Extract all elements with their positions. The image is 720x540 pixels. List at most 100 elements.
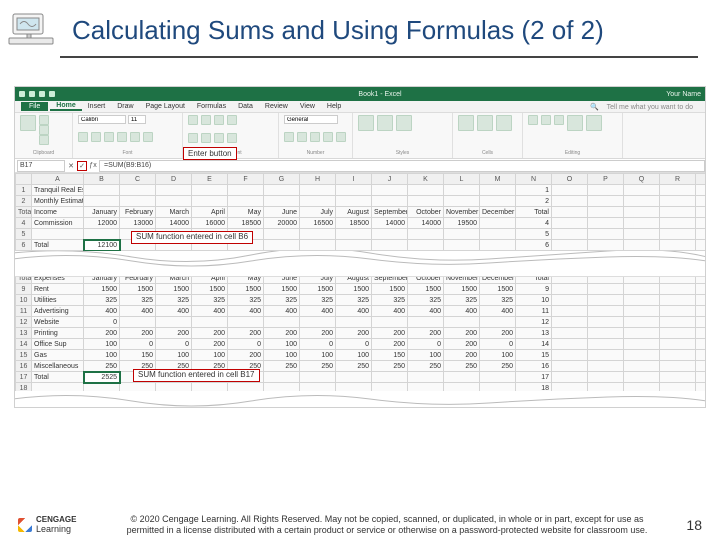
cell[interactable]: 400 <box>156 306 192 317</box>
cell[interactable]: 150 <box>120 350 156 361</box>
column-header[interactable]: J <box>372 174 408 185</box>
cell[interactable] <box>372 229 408 240</box>
cell[interactable] <box>624 229 660 240</box>
cell[interactable]: 100 <box>156 350 192 361</box>
cell[interactable]: 15 <box>516 350 552 361</box>
cell[interactable] <box>336 196 372 207</box>
cell[interactable] <box>660 317 696 328</box>
cell[interactable]: 400 <box>84 306 120 317</box>
cell[interactable]: 250 <box>444 361 480 372</box>
cell[interactable]: February <box>120 207 156 218</box>
column-header[interactable]: B <box>84 174 120 185</box>
cell[interactable] <box>84 229 120 240</box>
cell[interactable] <box>552 317 588 328</box>
cell[interactable]: 325 <box>408 295 444 306</box>
cell[interactable]: 325 <box>84 295 120 306</box>
tab-help[interactable]: Help <box>321 103 347 110</box>
cell[interactable]: 14000 <box>408 218 444 229</box>
cell[interactable] <box>408 240 444 251</box>
cell[interactable] <box>336 185 372 196</box>
column-header[interactable]: F <box>228 174 264 185</box>
cell[interactable] <box>192 196 228 207</box>
table-row[interactable]: 55 <box>16 229 707 240</box>
align-top-icon[interactable] <box>188 115 198 125</box>
cell[interactable]: 250 <box>300 361 336 372</box>
cell-styles-icon[interactable] <box>396 115 412 131</box>
cell[interactable]: 200 <box>300 328 336 339</box>
cell[interactable]: 0 <box>156 339 192 350</box>
cell[interactable] <box>264 240 300 251</box>
cell[interactable] <box>588 207 624 218</box>
cell[interactable]: 200 <box>192 339 228 350</box>
cell[interactable]: Advertising <box>32 306 84 317</box>
cell[interactable] <box>192 185 228 196</box>
row-header[interactable]: 6 <box>16 240 32 251</box>
cell[interactable]: 400 <box>408 306 444 317</box>
cell[interactable] <box>120 317 156 328</box>
format-as-table-icon[interactable] <box>377 115 393 131</box>
clear-icon[interactable] <box>554 115 564 125</box>
tab-draw[interactable]: Draw <box>111 103 139 110</box>
cell[interactable]: 150 <box>372 350 408 361</box>
cell[interactable] <box>624 295 660 306</box>
cell[interactable] <box>624 240 660 251</box>
cell[interactable]: 100 <box>264 350 300 361</box>
column-header[interactable]: A <box>32 174 84 185</box>
cell[interactable]: 12 <box>516 317 552 328</box>
cell[interactable]: 400 <box>480 306 516 317</box>
font-name-input[interactable] <box>78 115 126 124</box>
italic-icon[interactable] <box>91 132 101 142</box>
row-header[interactable]: 11 <box>16 306 32 317</box>
cell[interactable] <box>696 328 707 339</box>
format-painter-icon[interactable] <box>39 135 49 145</box>
cell[interactable]: 200 <box>444 350 480 361</box>
cell[interactable]: Gas <box>32 350 84 361</box>
cell[interactable] <box>696 284 707 295</box>
tell-me-search[interactable]: 🔍 Tell me what you want to do <box>584 103 705 111</box>
cell[interactable] <box>624 361 660 372</box>
cell[interactable]: 400 <box>228 306 264 317</box>
cell[interactable] <box>192 317 228 328</box>
cell[interactable] <box>300 317 336 328</box>
cell[interactable] <box>588 339 624 350</box>
align-bottom-icon[interactable] <box>214 115 224 125</box>
cell[interactable]: 0 <box>84 317 120 328</box>
cell[interactable] <box>588 218 624 229</box>
cell[interactable]: 400 <box>192 306 228 317</box>
cell[interactable]: Total <box>32 372 84 383</box>
row-header[interactable]: 5 <box>16 229 32 240</box>
cell[interactable]: December <box>480 207 516 218</box>
cell[interactable]: 2525 <box>84 372 120 383</box>
cell[interactable]: 200 <box>336 328 372 339</box>
cell[interactable] <box>552 295 588 306</box>
merge-icon[interactable] <box>227 133 237 143</box>
cell[interactable] <box>372 317 408 328</box>
cell[interactable] <box>228 185 264 196</box>
cell[interactable] <box>624 185 660 196</box>
table-row[interactable]: 14Office Sup100002000100002000200014 <box>16 339 707 350</box>
cell[interactable]: 325 <box>300 295 336 306</box>
cell[interactable] <box>156 317 192 328</box>
cell[interactable]: 100 <box>300 350 336 361</box>
row-header[interactable]: 15 <box>16 350 32 361</box>
cell[interactable]: 250 <box>408 361 444 372</box>
cell[interactable]: 1500 <box>228 284 264 295</box>
cell[interactable]: 1500 <box>156 284 192 295</box>
cell[interactable] <box>588 196 624 207</box>
cell[interactable]: 1500 <box>120 284 156 295</box>
cell[interactable] <box>552 207 588 218</box>
cell[interactable] <box>156 196 192 207</box>
cell[interactable]: October <box>408 207 444 218</box>
cell[interactable] <box>408 196 444 207</box>
column-header[interactable]: M <box>480 174 516 185</box>
cell[interactable]: 12000 <box>84 218 120 229</box>
cell[interactable] <box>588 295 624 306</box>
cell[interactable] <box>444 196 480 207</box>
column-header[interactable]: N <box>516 174 552 185</box>
align-center-icon[interactable] <box>201 133 211 143</box>
cell[interactable] <box>552 350 588 361</box>
cell[interactable] <box>552 284 588 295</box>
tab-formulas[interactable]: Formulas <box>191 103 232 110</box>
cell[interactable]: 14000 <box>372 218 408 229</box>
cell[interactable] <box>624 372 660 383</box>
